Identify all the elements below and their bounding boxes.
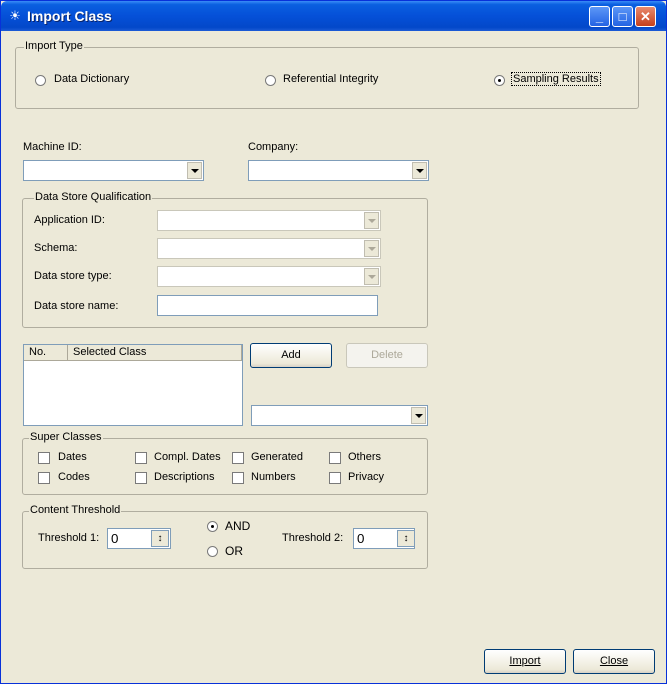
radio-and-label: AND <box>225 519 251 533</box>
selected-class-list[interactable]: No. Selected Class <box>23 344 243 426</box>
checkbox-generated[interactable] <box>232 452 244 464</box>
content-threshold-legend: Content Threshold <box>29 504 122 516</box>
application-id-combo[interactable] <box>157 210 381 231</box>
threshold-1-spinner-icon[interactable]: ↕ <box>151 530 169 547</box>
checkbox-dates[interactable] <box>38 452 50 464</box>
schema-combo[interactable] <box>157 238 381 259</box>
checkbox-descriptions-label: Descriptions <box>154 471 215 483</box>
checkbox-privacy[interactable] <box>329 472 341 484</box>
checkbox-compl-dates[interactable] <box>135 452 147 464</box>
machine-id-combo[interactable] <box>23 160 204 181</box>
data-store-qualification-group: Data Store Qualification Application ID:… <box>22 191 428 328</box>
maximize-button[interactable]: □ <box>612 6 633 27</box>
radio-data-dictionary-label: Data Dictionary <box>54 73 130 85</box>
chevron-down-icon <box>364 240 379 257</box>
chevron-down-icon <box>364 212 379 229</box>
data-store-name-label: Data store name: <box>34 300 119 312</box>
minimize-icon: _ <box>595 9 604 24</box>
radio-and[interactable] <box>207 521 218 532</box>
checkbox-descriptions[interactable] <box>135 472 147 484</box>
import-class-window: ☀ Import Class _ □ ✕ Import Type Data Di… <box>0 0 667 684</box>
close-window-button[interactable]: ✕ <box>635 6 656 27</box>
checkbox-codes[interactable] <box>38 472 50 484</box>
threshold-2-spinner-icon[interactable]: ↕ <box>397 530 415 547</box>
import-type-group: Import Type Data Dictionary Referential … <box>15 40 639 109</box>
data-store-type-combo[interactable] <box>157 266 381 287</box>
class-combo[interactable] <box>251 405 428 426</box>
company-label: Company: <box>248 141 299 153</box>
checkbox-numbers-label: Numbers <box>251 471 296 483</box>
checkbox-generated-label: Generated <box>251 451 303 463</box>
title-bar[interactable]: ☀ Import Class _ □ ✕ <box>1 1 666 31</box>
column-header-selected-class[interactable]: Selected Class <box>68 345 242 361</box>
close-icon: ✕ <box>640 9 651 24</box>
super-classes-group: Super Classes Dates Compl. Dates Generat… <box>22 431 428 495</box>
minimize-button[interactable]: _ <box>589 6 610 27</box>
radio-or[interactable] <box>207 546 218 557</box>
content-threshold-group: Content Threshold Threshold 1: ↕ AND OR … <box>22 504 428 569</box>
super-classes-legend: Super Classes <box>29 431 103 443</box>
checkbox-compl-dates-label: Compl. Dates <box>154 451 221 463</box>
radio-or-label: OR <box>225 544 243 558</box>
chevron-down-icon <box>412 162 427 179</box>
app-icon: ☀ <box>9 8 21 23</box>
schema-label: Schema: <box>34 242 78 254</box>
data-store-name-input[interactable] <box>157 295 378 316</box>
radio-sampling-results[interactable] <box>494 75 505 86</box>
radio-referential-integrity[interactable] <box>265 75 276 86</box>
radio-sampling-results-label: Sampling Results <box>511 72 601 86</box>
window-title: Import Class <box>27 8 112 24</box>
chevron-down-icon <box>187 162 202 179</box>
threshold-2-label: Threshold 2: <box>282 532 344 544</box>
chevron-down-icon <box>364 268 379 285</box>
checkbox-others[interactable] <box>329 452 341 464</box>
company-combo[interactable] <box>248 160 429 181</box>
checkbox-privacy-label: Privacy <box>348 471 385 483</box>
close-button[interactable]: Close <box>573 649 655 674</box>
application-id-label: Application ID: <box>34 214 105 226</box>
maximize-icon: □ <box>618 9 627 24</box>
import-button[interactable]: Import <box>484 649 566 674</box>
data-store-legend: Data Store Qualification <box>34 191 153 203</box>
checkbox-others-label: Others <box>348 451 382 463</box>
radio-data-dictionary[interactable] <box>35 75 46 86</box>
radio-referential-integrity-label: Referential Integrity <box>283 73 379 85</box>
checkbox-dates-label: Dates <box>58 451 87 463</box>
import-type-legend: Import Type <box>24 40 84 52</box>
delete-button[interactable]: Delete <box>346 343 428 368</box>
checkbox-codes-label: Codes <box>58 471 90 483</box>
checkbox-numbers[interactable] <box>232 472 244 484</box>
column-header-no[interactable]: No. <box>24 345 68 361</box>
add-button[interactable]: Add <box>250 343 332 368</box>
chevron-down-icon <box>411 407 426 424</box>
machine-id-label: Machine ID: <box>23 141 82 153</box>
threshold-1-label: Threshold 1: <box>38 532 100 544</box>
data-store-type-label: Data store type: <box>34 270 112 282</box>
